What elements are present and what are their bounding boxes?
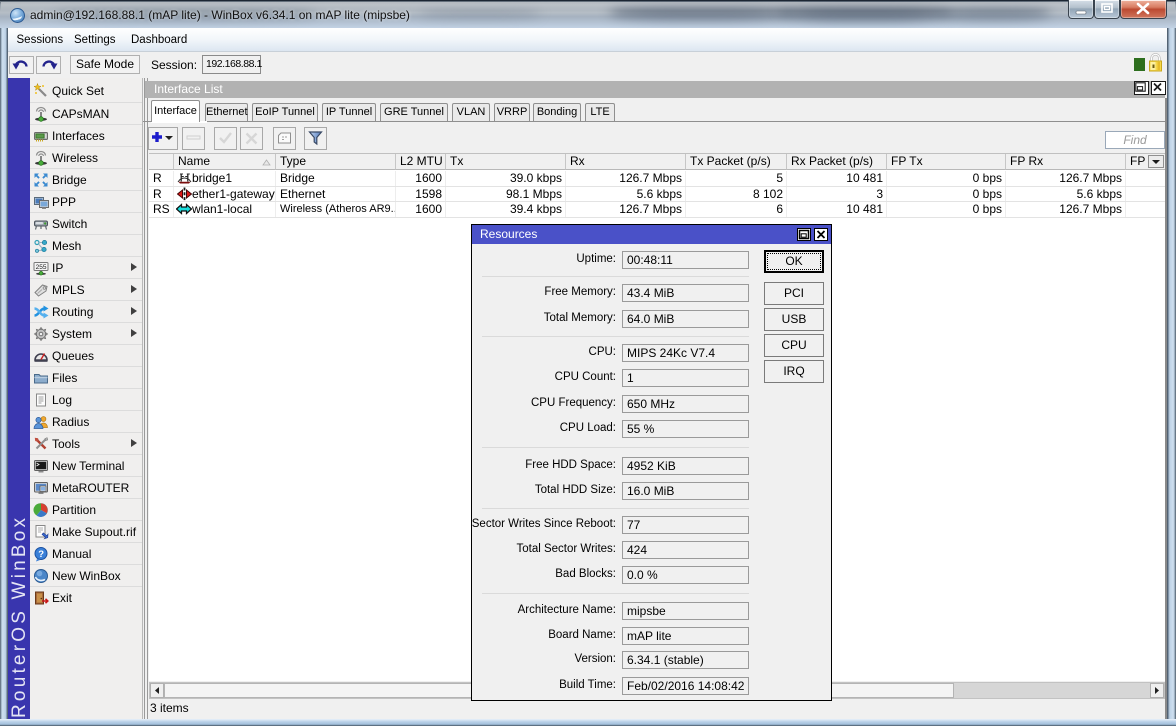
svg-text:255: 255 <box>36 264 47 271</box>
svg-text:?: ? <box>38 548 44 559</box>
